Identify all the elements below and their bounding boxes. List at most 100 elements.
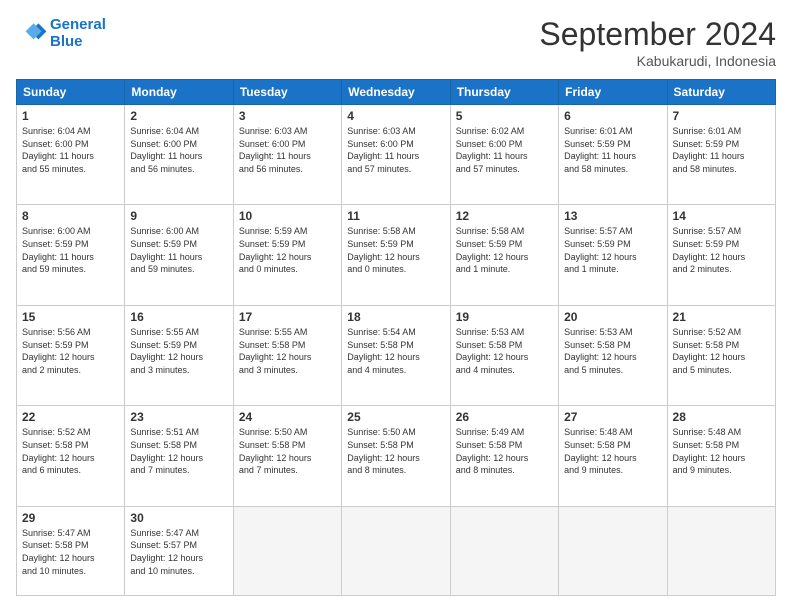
- weekday-header-saturday: Saturday: [667, 80, 775, 105]
- day-number: 3: [239, 109, 336, 123]
- day-cell: 8Sunrise: 6:00 AM Sunset: 5:59 PM Daylig…: [17, 205, 125, 305]
- day-info: Sunrise: 5:59 AM Sunset: 5:59 PM Dayligh…: [239, 225, 336, 275]
- weekday-header-monday: Monday: [125, 80, 233, 105]
- logo-area: General Blue: [16, 16, 106, 50]
- day-number: 23: [130, 410, 227, 424]
- day-number: 22: [22, 410, 119, 424]
- day-info: Sunrise: 6:03 AM Sunset: 6:00 PM Dayligh…: [239, 125, 336, 175]
- day-number: 21: [673, 310, 770, 324]
- day-cell: [450, 506, 558, 595]
- day-cell: 6Sunrise: 6:01 AM Sunset: 5:59 PM Daylig…: [559, 105, 667, 205]
- week-row-4: 22 Sunrise: 5:52 AM Sunset: 5:58 PM Dayli…: [17, 406, 776, 506]
- day-cell: 27Sunrise: 5:48 AM Sunset: 5:58 PM Dayli…: [559, 406, 667, 506]
- day-number: 24: [239, 410, 336, 424]
- day-info: Sunrise: 5:52 AM Sunset: 5:58 PM Dayligh…: [22, 426, 119, 476]
- day-number: 12: [456, 209, 553, 223]
- day-cell: 12 Sunrise: 5:58 AM Sunset: 5:59 PM Dayli…: [450, 205, 558, 305]
- day-number: 19: [456, 310, 553, 324]
- day-info: Sunrise: 5:47 AM Sunset: 5:58 PM Dayligh…: [22, 527, 119, 577]
- day-cell: 1 Sunrise: 6:04 AM Sunset: 6:00 PM Daylig…: [17, 105, 125, 205]
- day-cell: 24 Sunrise: 5:50 AM Sunset: 5:58 PM Dayli…: [233, 406, 341, 506]
- day-number: 9: [130, 209, 227, 223]
- day-cell: 19 Sunrise: 5:53 AM Sunset: 5:58 PM Dayli…: [450, 305, 558, 405]
- day-info: Sunrise: 5:50 AM Sunset: 5:58 PM Dayligh…: [347, 426, 444, 476]
- day-cell: 13 Sunrise: 5:57 AM Sunset: 5:59 PM Dayli…: [559, 205, 667, 305]
- week-row-3: 15 Sunrise: 5:56 AM Sunset: 5:59 PM Dayli…: [17, 305, 776, 405]
- day-cell: 23 Sunrise: 5:51 AM Sunset: 5:58 PM Dayli…: [125, 406, 233, 506]
- weekday-header-thursday: Thursday: [450, 80, 558, 105]
- general-blue-logo-icon: [16, 17, 48, 49]
- page: General Blue September 2024 Kabukarudi, …: [0, 0, 792, 612]
- header: General Blue September 2024 Kabukarudi, …: [16, 16, 776, 69]
- day-cell: 28 Sunrise: 5:48 AM Sunset: 5:58 PM Dayli…: [667, 406, 775, 506]
- day-info: Sunrise: 5:52 AM Sunset: 5:58 PM Dayligh…: [673, 326, 770, 376]
- day-number: 13: [564, 209, 661, 223]
- day-number: 29: [22, 511, 119, 525]
- day-cell: 5Sunrise: 6:02 AM Sunset: 6:00 PM Daylig…: [450, 105, 558, 205]
- day-info: Sunrise: 5:57 AM Sunset: 5:59 PM Dayligh…: [673, 225, 770, 275]
- day-cell: 22 Sunrise: 5:52 AM Sunset: 5:58 PM Dayli…: [17, 406, 125, 506]
- day-cell: [342, 506, 450, 595]
- weekday-header-sunday: Sunday: [17, 80, 125, 105]
- day-number: 30: [130, 511, 227, 525]
- day-number: 25: [347, 410, 444, 424]
- week-row-1: 1 Sunrise: 6:04 AM Sunset: 6:00 PM Daylig…: [17, 105, 776, 205]
- day-info: Sunrise: 6:04 AM Sunset: 6:00 PM Dayligh…: [22, 125, 119, 175]
- day-info: Sunrise: 5:58 AM Sunset: 5:59 PM Dayligh…: [456, 225, 553, 275]
- weekday-header-row: SundayMondayTuesdayWednesdayThursdayFrid…: [17, 80, 776, 105]
- day-cell: 9Sunrise: 6:00 AM Sunset: 5:59 PM Daylig…: [125, 205, 233, 305]
- day-number: 28: [673, 410, 770, 424]
- day-cell: 4Sunrise: 6:03 AM Sunset: 6:00 PM Daylig…: [342, 105, 450, 205]
- day-info: Sunrise: 5:49 AM Sunset: 5:58 PM Dayligh…: [456, 426, 553, 476]
- day-cell: [233, 506, 341, 595]
- day-cell: 14 Sunrise: 5:57 AM Sunset: 5:59 PM Dayli…: [667, 205, 775, 305]
- day-cell: 16Sunrise: 5:55 AM Sunset: 5:59 PM Dayli…: [125, 305, 233, 405]
- day-number: 27: [564, 410, 661, 424]
- day-number: 11: [347, 209, 444, 223]
- logo-text: General Blue: [50, 16, 106, 50]
- day-number: 1: [22, 109, 119, 123]
- day-cell: 26 Sunrise: 5:49 AM Sunset: 5:58 PM Dayli…: [450, 406, 558, 506]
- day-info: Sunrise: 5:53 AM Sunset: 5:58 PM Dayligh…: [456, 326, 553, 376]
- day-info: Sunrise: 5:50 AM Sunset: 5:58 PM Dayligh…: [239, 426, 336, 476]
- day-cell: 21 Sunrise: 5:52 AM Sunset: 5:58 PM Dayli…: [667, 305, 775, 405]
- day-cell: 25 Sunrise: 5:50 AM Sunset: 5:58 PM Dayli…: [342, 406, 450, 506]
- day-number: 26: [456, 410, 553, 424]
- day-info: Sunrise: 5:51 AM Sunset: 5:58 PM Dayligh…: [130, 426, 227, 476]
- day-cell: 17 Sunrise: 5:55 AM Sunset: 5:58 PM Dayli…: [233, 305, 341, 405]
- day-number: 17: [239, 310, 336, 324]
- day-number: 10: [239, 209, 336, 223]
- day-number: 18: [347, 310, 444, 324]
- week-row-2: 8Sunrise: 6:00 AM Sunset: 5:59 PM Daylig…: [17, 205, 776, 305]
- day-cell: [667, 506, 775, 595]
- day-info: Sunrise: 5:55 AM Sunset: 5:58 PM Dayligh…: [239, 326, 336, 376]
- day-cell: 3 Sunrise: 6:03 AM Sunset: 6:00 PM Daylig…: [233, 105, 341, 205]
- day-info: Sunrise: 5:47 AM Sunset: 5:57 PM Dayligh…: [130, 527, 227, 577]
- day-cell: [559, 506, 667, 595]
- day-cell: 15 Sunrise: 5:56 AM Sunset: 5:59 PM Dayli…: [17, 305, 125, 405]
- day-number: 6: [564, 109, 661, 123]
- day-info: Sunrise: 5:48 AM Sunset: 5:58 PM Dayligh…: [673, 426, 770, 476]
- day-number: 7: [673, 109, 770, 123]
- day-info: Sunrise: 5:54 AM Sunset: 5:58 PM Dayligh…: [347, 326, 444, 376]
- location: Kabukarudi, Indonesia: [539, 53, 776, 69]
- day-cell: 11Sunrise: 5:58 AM Sunset: 5:59 PM Dayli…: [342, 205, 450, 305]
- day-number: 14: [673, 209, 770, 223]
- day-cell: 29 Sunrise: 5:47 AM Sunset: 5:58 PM Dayli…: [17, 506, 125, 595]
- day-cell: 10 Sunrise: 5:59 AM Sunset: 5:59 PM Dayli…: [233, 205, 341, 305]
- day-number: 15: [22, 310, 119, 324]
- day-cell: 18 Sunrise: 5:54 AM Sunset: 5:58 PM Dayli…: [342, 305, 450, 405]
- day-info: Sunrise: 5:57 AM Sunset: 5:59 PM Dayligh…: [564, 225, 661, 275]
- day-number: 8: [22, 209, 119, 223]
- month-title: September 2024: [539, 16, 776, 53]
- day-info: Sunrise: 6:03 AM Sunset: 6:00 PM Dayligh…: [347, 125, 444, 175]
- week-row-5: 29 Sunrise: 5:47 AM Sunset: 5:58 PM Dayli…: [17, 506, 776, 595]
- day-info: Sunrise: 6:04 AM Sunset: 6:00 PM Dayligh…: [130, 125, 227, 175]
- day-info: Sunrise: 6:01 AM Sunset: 5:59 PM Dayligh…: [673, 125, 770, 175]
- title-area: September 2024 Kabukarudi, Indonesia: [539, 16, 776, 69]
- day-info: Sunrise: 5:56 AM Sunset: 5:59 PM Dayligh…: [22, 326, 119, 376]
- weekday-header-friday: Friday: [559, 80, 667, 105]
- day-cell: 2Sunrise: 6:04 AM Sunset: 6:00 PM Daylig…: [125, 105, 233, 205]
- day-number: 16: [130, 310, 227, 324]
- day-cell: 30 Sunrise: 5:47 AM Sunset: 5:57 PM Dayli…: [125, 506, 233, 595]
